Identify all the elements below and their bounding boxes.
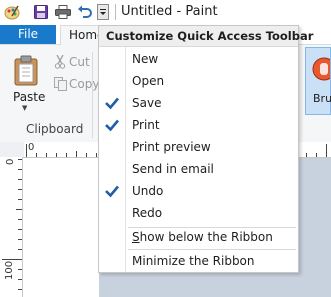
vertical-ruler-100: 100 bbox=[4, 260, 15, 280]
brush-icon bbox=[312, 57, 330, 81]
clipboard-group-label: Clipboard bbox=[26, 122, 84, 136]
checkmark-icon bbox=[105, 185, 119, 198]
paint-app-icon[interactable] bbox=[4, 4, 20, 20]
horizontal-ruler-zero: 0 bbox=[28, 142, 35, 153]
save-icon[interactable] bbox=[34, 5, 48, 19]
menu-header-title: Customize Quick Access Toolbar bbox=[106, 29, 314, 43]
ruler-corner bbox=[0, 142, 24, 157]
paste-dropdown-arrow-icon[interactable]: ▼ bbox=[22, 104, 27, 112]
brushes-label: Bru bbox=[313, 92, 331, 105]
paste-icon[interactable] bbox=[14, 55, 40, 87]
print-icon[interactable] bbox=[55, 5, 71, 19]
group-separator bbox=[92, 52, 93, 138]
window-title: Untitled - Paint bbox=[121, 4, 218, 19]
menu-item-undo[interactable]: Undo bbox=[126, 180, 298, 202]
menu-item-send-in-email[interactable]: Send in email bbox=[126, 158, 298, 180]
copy-icon bbox=[54, 77, 67, 91]
menu-item-print[interactable]: Print bbox=[126, 114, 298, 136]
menu-item-save[interactable]: Save bbox=[126, 92, 298, 114]
vertical-ruler-zero: 0 bbox=[5, 158, 16, 165]
access-key: S bbox=[132, 230, 140, 244]
menu-item-open[interactable]: Open bbox=[126, 70, 298, 92]
tab-home[interactable]: Home bbox=[60, 25, 102, 45]
cut-button[interactable]: Cut bbox=[69, 55, 90, 69]
menu-item-minimize-ribbon[interactable]: Minimize the Ribbon bbox=[126, 250, 298, 272]
menu-item-new[interactable]: New bbox=[126, 48, 298, 70]
tab-file[interactable]: File bbox=[0, 25, 56, 44]
title-separator bbox=[115, 4, 116, 20]
menu-check-gutter bbox=[99, 47, 126, 272]
checkmark-icon bbox=[105, 97, 119, 110]
menu-item-print-preview[interactable]: Print preview bbox=[126, 136, 298, 158]
menu-item-show-below-ribbon[interactable]: Show below the Ribbon bbox=[126, 226, 298, 248]
dropdown-arrow-icon bbox=[100, 9, 106, 15]
customize-toolbar-button[interactable] bbox=[97, 4, 109, 20]
cut-icon bbox=[54, 55, 66, 69]
drawing-canvas[interactable] bbox=[23, 158, 99, 297]
copy-button[interactable]: Copy bbox=[69, 77, 99, 91]
paste-button[interactable]: Paste bbox=[13, 90, 45, 104]
undo-icon[interactable] bbox=[77, 4, 93, 20]
checkmark-icon bbox=[105, 119, 119, 132]
menu-item-redo[interactable]: Redo bbox=[126, 202, 298, 224]
